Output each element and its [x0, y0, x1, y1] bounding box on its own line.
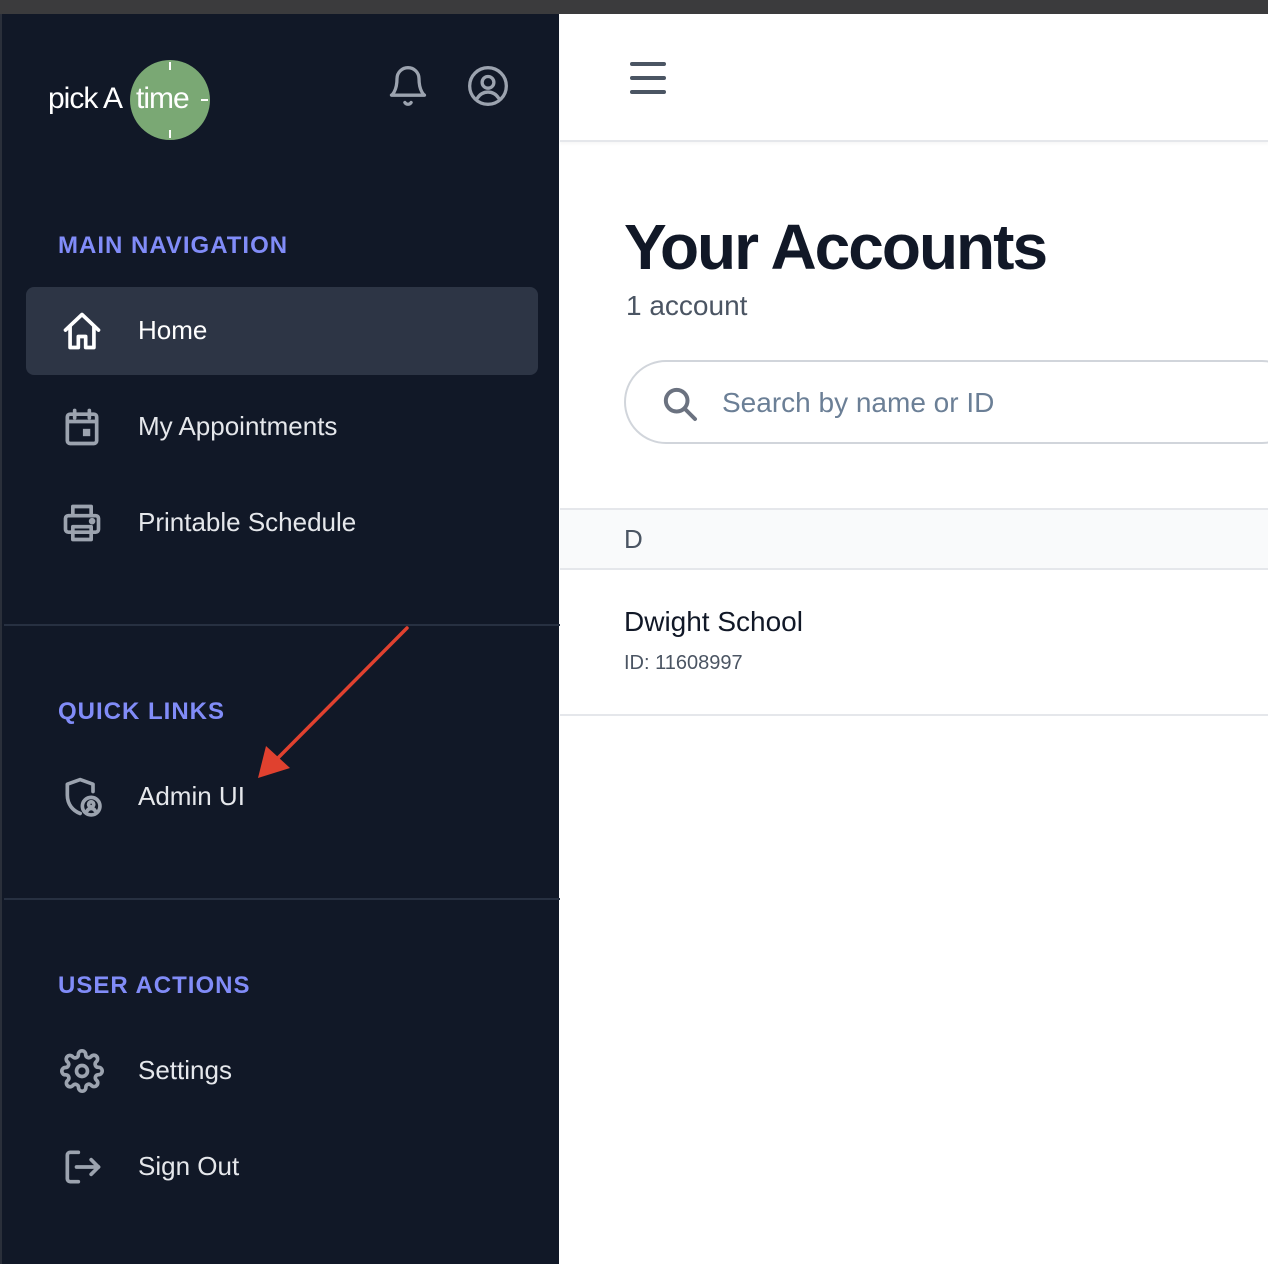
group-letter: D [624, 524, 643, 554]
sidebar: pick A time MAIN NAVIGATION Home My Appo… [2, 14, 561, 1264]
page-title: Your Accounts [624, 211, 1048, 283]
home-icon [60, 309, 104, 353]
browser-top-strip [0, 0, 1268, 14]
sign-out-icon [60, 1145, 104, 1189]
group-header: D [560, 508, 1268, 570]
section-title-main-navigation: MAIN NAVIGATION [58, 232, 289, 259]
search-icon [660, 384, 700, 424]
logo-text-pick: pick A [48, 82, 123, 115]
sidebar-edge [0, 14, 2, 1264]
section-title-user-actions: USER ACTIONS [58, 972, 251, 999]
printer-icon [60, 501, 104, 545]
gear-icon [60, 1049, 104, 1093]
main-content: Your Accounts 1 account D Dwight School … [560, 14, 1268, 1264]
admin-shield-icon [60, 775, 104, 819]
top-header [560, 14, 1268, 142]
sidebar-item-label: My Appointments [138, 411, 338, 441]
account-id: ID: 11608997 [624, 652, 743, 674]
sidebar-item-label: Printable Schedule [138, 507, 357, 537]
sidebar-item-label: Sign Out [138, 1151, 240, 1181]
account-row[interactable]: Dwight School ID: 11608997 [560, 570, 1268, 716]
hamburger-menu-icon[interactable] [626, 58, 670, 98]
sidebar-item-sign-out[interactable]: Sign Out [26, 1123, 538, 1211]
sidebar-item-label: Admin UI [138, 781, 245, 811]
user-circle-icon[interactable] [466, 64, 510, 108]
annotation-arrow-icon [258, 626, 409, 778]
account-count: 1 account [626, 290, 748, 321]
sidebar-divider [4, 898, 561, 900]
calendar-icon [60, 405, 104, 449]
pickatime-logo[interactable]: pick A time [48, 46, 218, 140]
sidebar-item-home[interactable]: Home [26, 287, 538, 375]
search-box[interactable] [624, 360, 1268, 444]
logo-text-time: time [136, 82, 190, 115]
sidebar-item-label: Settings [138, 1055, 232, 1085]
sidebar-item-settings[interactable]: Settings [26, 1027, 538, 1115]
bell-icon[interactable] [386, 64, 430, 108]
sidebar-item-my-appointments[interactable]: My Appointments [26, 383, 538, 471]
section-title-quick-links: QUICK LINKS [58, 698, 225, 725]
sidebar-item-label: Home [138, 315, 208, 345]
sidebar-item-printable-schedule[interactable]: Printable Schedule [26, 479, 538, 567]
search-input[interactable] [722, 382, 1268, 424]
account-name: Dwight School [624, 606, 803, 637]
